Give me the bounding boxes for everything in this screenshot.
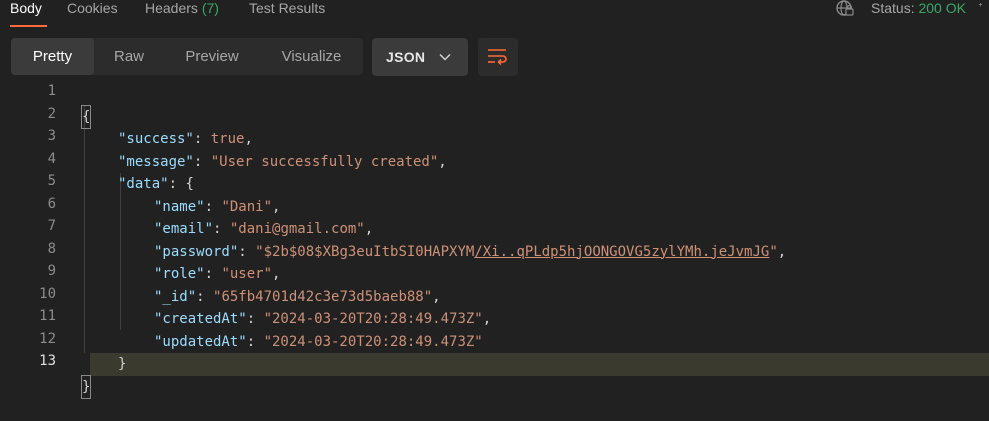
status-code: 200 OK xyxy=(918,0,966,16)
status-text[interactable]: Status: 200 OK xyxy=(871,0,966,16)
view-mode-selector: Pretty Raw Preview Visualize xyxy=(11,38,363,75)
tab-test-results[interactable]: Test Results xyxy=(249,0,325,16)
tab-body[interactable]: Body xyxy=(10,0,42,16)
tab-headers[interactable]: Headers (7) xyxy=(145,0,219,16)
wrap-lines-button[interactable] xyxy=(478,38,518,76)
response-body-editor[interactable]: 1 2 3 4 5 6 7 8 9 10 11 12 13 { "success… xyxy=(0,83,989,399)
code-line: "message": "User successfully created", xyxy=(118,153,447,170)
code-line: "password": "$2b$08$XBg3euItbSI0HAPXYM/X… xyxy=(154,243,787,260)
code-line: } xyxy=(0,331,989,372)
tab-headers-label: Headers xyxy=(145,0,198,16)
tab-headers-count: (7) xyxy=(201,0,219,16)
code-line: "email": "dani@gmail.com", xyxy=(154,221,374,237)
chevron-down-icon xyxy=(439,53,451,61)
code-line: "updatedAt": "2024-03-20T20:28:49.473Z" xyxy=(154,333,483,350)
code-line: "_id": "65fb4701d42c3e73d5baeb88", xyxy=(154,288,441,305)
view-mode-pretty[interactable]: Pretty xyxy=(11,38,94,75)
code-line: } xyxy=(0,353,989,399)
tab-cookies[interactable]: Cookies xyxy=(67,0,118,16)
more-icon[interactable]: ᐩ xyxy=(978,0,983,14)
format-selected-value: JSON xyxy=(386,49,426,65)
view-mode-raw[interactable]: Raw xyxy=(94,38,164,75)
code-line: "success": true, xyxy=(118,131,253,147)
view-mode-preview[interactable]: Preview xyxy=(164,38,260,75)
code-line: "data": { xyxy=(118,176,194,192)
status-label: Status: xyxy=(871,0,915,16)
code-line: { xyxy=(0,83,989,129)
code-line: "createdAt": "2024-03-20T20:28:49.473Z", xyxy=(154,311,492,327)
view-mode-visualize[interactable]: Visualize xyxy=(260,38,363,75)
code-line: "role": "user", xyxy=(154,266,281,282)
code-line: "name": "Dani", xyxy=(154,198,281,215)
response-tabs: Body Cookies Headers (7) Test Results St… xyxy=(0,0,989,28)
json-close-brace: } xyxy=(80,374,92,399)
format-dropdown[interactable]: JSON xyxy=(372,38,468,76)
wrap-lines-icon xyxy=(488,49,507,66)
network-globe-icon[interactable] xyxy=(835,0,855,17)
active-tab-indicator xyxy=(10,25,47,27)
